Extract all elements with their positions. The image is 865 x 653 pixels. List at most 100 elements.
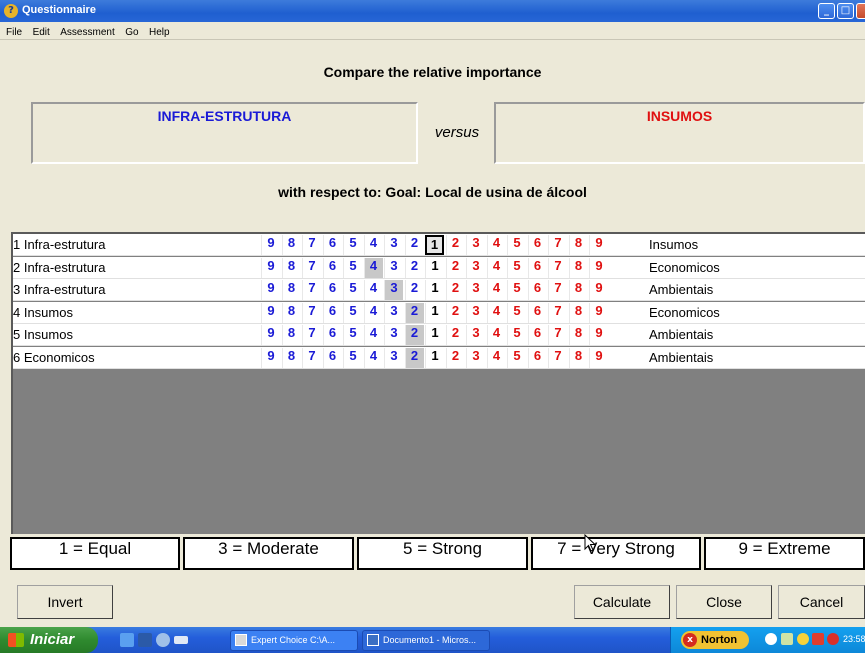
scale-cell-4[interactable]: 4 (486, 302, 506, 323)
menu-help[interactable]: Help (149, 27, 170, 38)
scale-cell-9[interactable]: 9 (589, 348, 608, 368)
menu-go[interactable]: Go (125, 27, 138, 38)
media-quicklaunch-icon[interactable] (174, 636, 188, 644)
scale-cell-3[interactable]: 3 (466, 302, 485, 323)
scale-cell-4[interactable]: 4 (486, 257, 506, 278)
scale-cell-4[interactable]: 4 (363, 325, 383, 346)
scale-cell-9[interactable]: 9 (589, 280, 608, 301)
scale-cell-6[interactable]: 6 (322, 302, 342, 323)
task-expert-choice[interactable]: Expert Choice C:\A... (230, 630, 358, 651)
scale-cell-5[interactable]: 5 (507, 348, 526, 368)
scale-cell-5[interactable]: 5 (507, 302, 526, 323)
scale-cell-2[interactable]: 2 (445, 235, 465, 255)
norton-tray-button[interactable]: x Norton (681, 631, 749, 649)
scale-cell-7[interactable]: 7 (548, 235, 567, 255)
scale-cell-1[interactable]: 1 (425, 280, 444, 301)
ie-quicklaunch-icon[interactable] (120, 633, 134, 647)
scale-cell-4[interactable]: 4 (363, 348, 383, 368)
cancel-button[interactable]: Cancel (778, 585, 865, 619)
scale-cell-8[interactable]: 8 (281, 325, 301, 346)
scale-cell-4[interactable]: 4 (363, 280, 383, 301)
scale-cell-7[interactable]: 7 (548, 257, 567, 278)
scale-cell-5[interactable]: 5 (507, 235, 526, 255)
scale-cell-6[interactable]: 6 (322, 348, 342, 368)
calculate-button[interactable]: Calculate (574, 585, 670, 619)
scale-cell-6[interactable]: 6 (527, 348, 547, 368)
scale-cell-1[interactable]: 1 (425, 348, 444, 368)
invert-button[interactable]: Invert (17, 585, 113, 619)
scale-cell-7[interactable]: 7 (548, 302, 567, 323)
scale-cell-6[interactable]: 6 (322, 257, 342, 278)
scale-cell-1[interactable]: 1 (425, 325, 444, 346)
scale-cell-9[interactable]: 9 (261, 257, 280, 278)
scale-cell-9[interactable]: 9 (261, 325, 280, 346)
close-window-button[interactable] (856, 3, 865, 19)
scale-cell-8[interactable]: 8 (281, 280, 301, 301)
scale-cell-3[interactable]: 3 (384, 325, 403, 346)
scale-cell-3[interactable]: 3 (384, 257, 403, 278)
scale-cell-3[interactable]: 3 (466, 280, 485, 301)
scale-cell-6[interactable]: 6 (527, 325, 547, 346)
scale-cell-7[interactable]: 7 (302, 235, 321, 255)
scale-cell-7[interactable]: 7 (302, 280, 321, 301)
scale-cell-4[interactable]: 4 (486, 348, 506, 368)
scale-cell-5[interactable]: 5 (507, 280, 526, 301)
tray-network-icon[interactable] (781, 633, 793, 645)
scale-cell-6[interactable]: 6 (322, 280, 342, 301)
tray-globe-icon[interactable] (797, 633, 809, 645)
scale-cell-2[interactable]: 2 (445, 280, 465, 301)
scale-cell-8[interactable]: 8 (568, 325, 588, 346)
scale-cell-6[interactable]: 6 (527, 302, 547, 323)
scale-cell-2[interactable]: 2 (445, 348, 465, 368)
scale-cell-8[interactable]: 8 (568, 235, 588, 255)
minimize-button[interactable]: _ (818, 3, 835, 19)
scale-cell-2[interactable]: 2 (404, 280, 424, 301)
scale-cell-8[interactable]: 8 (568, 348, 588, 368)
word-quicklaunch-icon[interactable] (138, 633, 152, 647)
scale-cell-5[interactable]: 5 (343, 325, 362, 346)
scale-cell-1[interactable]: 1 (425, 235, 444, 255)
scale-cell-7[interactable]: 7 (302, 348, 321, 368)
scale-cell-8[interactable]: 8 (281, 257, 301, 278)
scale-cell-5[interactable]: 5 (343, 280, 362, 301)
tray-app-icon[interactable] (812, 633, 824, 645)
close-button[interactable]: Close (676, 585, 772, 619)
scale-cell-9[interactable]: 9 (261, 348, 280, 368)
scale-cell-3[interactable]: 3 (466, 325, 485, 346)
scale-cell-3[interactable]: 3 (384, 302, 403, 323)
scale-cell-4[interactable]: 4 (363, 235, 383, 255)
scale-cell-9[interactable]: 9 (261, 280, 280, 301)
scale-cell-4[interactable]: 4 (363, 302, 383, 323)
scale-cell-8[interactable]: 8 (568, 302, 588, 323)
menu-edit[interactable]: Edit (33, 27, 50, 38)
scale-cell-7[interactable]: 7 (548, 280, 567, 301)
tray-arrow-icon[interactable] (765, 633, 777, 645)
scale-cell-9[interactable]: 9 (261, 235, 280, 255)
scale-cell-2[interactable]: 2 (404, 302, 424, 323)
scale-cell-2[interactable]: 2 (445, 257, 465, 278)
scale-cell-9[interactable]: 9 (589, 302, 608, 323)
browser-quicklaunch-icon[interactable] (156, 633, 170, 647)
scale-cell-3[interactable]: 3 (466, 348, 485, 368)
scale-cell-4[interactable]: 4 (486, 325, 506, 346)
scale-cell-5[interactable]: 5 (343, 348, 362, 368)
scale-cell-9[interactable]: 9 (589, 235, 608, 255)
scale-cell-8[interactable]: 8 (281, 235, 301, 255)
scale-cell-8[interactable]: 8 (568, 280, 588, 301)
scale-cell-4[interactable]: 4 (363, 257, 383, 278)
scale-cell-7[interactable]: 7 (548, 348, 567, 368)
maximize-button[interactable]: □ (837, 3, 854, 19)
scale-cell-9[interactable]: 9 (589, 325, 608, 346)
scale-cell-5[interactable]: 5 (343, 257, 362, 278)
scale-cell-7[interactable]: 7 (548, 325, 567, 346)
scale-cell-1[interactable]: 1 (425, 257, 444, 278)
scale-cell-2[interactable]: 2 (445, 302, 465, 323)
scale-cell-6[interactable]: 6 (322, 325, 342, 346)
scale-cell-2[interactable]: 2 (404, 257, 424, 278)
scale-cell-5[interactable]: 5 (507, 257, 526, 278)
scale-cell-3[interactable]: 3 (466, 235, 485, 255)
scale-cell-6[interactable]: 6 (527, 235, 547, 255)
scale-cell-8[interactable]: 8 (281, 348, 301, 368)
scale-cell-4[interactable]: 4 (486, 280, 506, 301)
start-button[interactable]: Iniciar (0, 627, 98, 653)
